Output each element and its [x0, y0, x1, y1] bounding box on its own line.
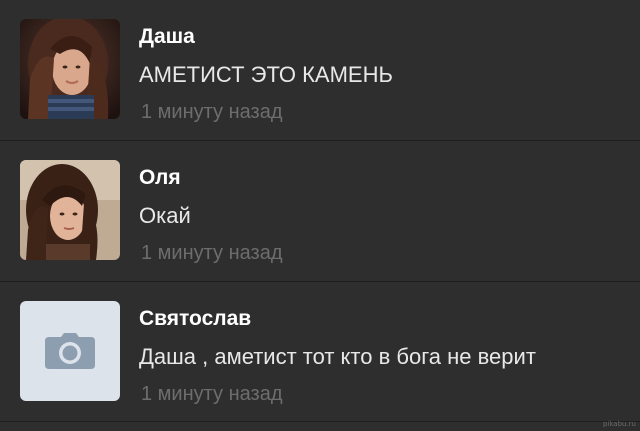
comment-timestamp: 1 минуту назад [141, 383, 283, 405]
camera-icon [45, 333, 95, 369]
comment-timestamp: 1 минуту назад [141, 101, 283, 123]
comment-text: Окай [139, 203, 191, 228]
watermark: pikabu.ru [602, 420, 636, 428]
comment-author[interactable]: Оля [139, 165, 181, 191]
comment-item[interactable]: Оля Окай 1 минуту назад [0, 141, 640, 281]
comment-timestamp: 1 минуту назад [141, 242, 283, 264]
comment-author[interactable]: Святослав [139, 306, 251, 332]
comment-text: АМЕТИСТ ЭТО КАМЕНЬ [139, 62, 393, 87]
avatar[interactable] [20, 160, 120, 260]
comment-item[interactable]: Даша АМЕТИСТ ЭТО КАМЕНЬ 1 минуту назад [0, 0, 640, 140]
comment-text: Даша , аметист тот кто в бога не верит [139, 344, 536, 369]
avatar-photo [20, 19, 120, 119]
avatar-placeholder[interactable] [20, 301, 120, 401]
avatar-photo [20, 160, 120, 260]
comment-author[interactable]: Даша [139, 24, 195, 50]
avatar[interactable] [20, 19, 120, 119]
list-footer [0, 422, 640, 431]
comment-list: Даша АМЕТИСТ ЭТО КАМЕНЬ 1 минуту назад О… [0, 0, 640, 431]
comment-item[interactable]: Святослав Даша , аметист тот кто в бога … [0, 282, 640, 422]
